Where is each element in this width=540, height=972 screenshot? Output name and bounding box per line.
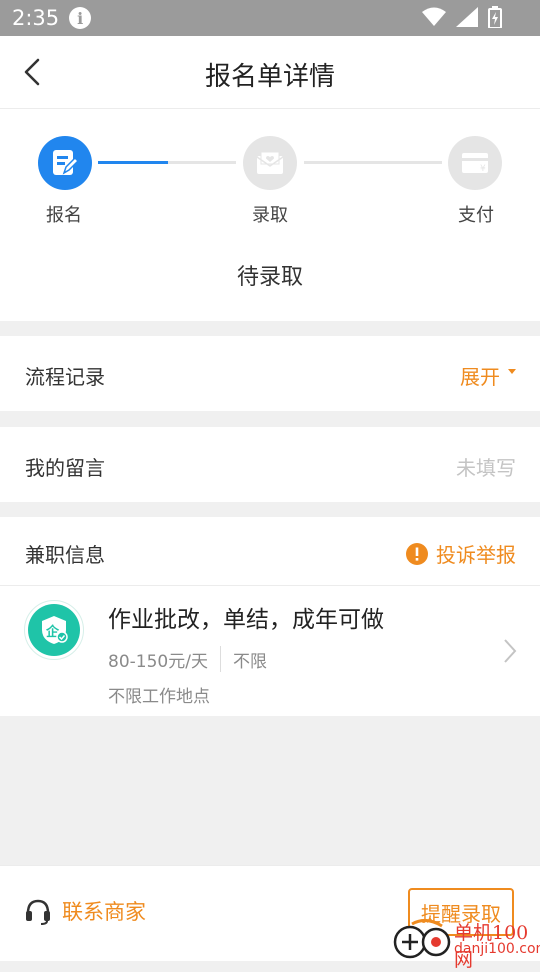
step-line-2 — [304, 161, 442, 164]
step-1-circle — [38, 136, 92, 190]
report-label: 投诉举报 — [436, 543, 516, 567]
step-3-label: 支付 — [458, 205, 494, 226]
envelope-heart-icon — [256, 151, 284, 174]
info-icon: i — [69, 7, 92, 29]
job-info-header: 兼职信息 投诉举报 — [0, 517, 540, 586]
progress-steps: ¥ 报名 录取 支付 待录取 — [0, 109, 540, 321]
job-meta: 80-150元/天 不限 — [108, 646, 267, 672]
caret-down-icon — [508, 368, 516, 374]
step-2-circle — [243, 136, 297, 190]
my-message-row[interactable]: 我的留言 未填写 — [0, 427, 540, 502]
company-shield-icon: 企 — [42, 616, 68, 644]
report-link[interactable]: 投诉举报 — [406, 539, 516, 568]
contact-merchant-button[interactable]: 联系商家 — [24, 896, 146, 926]
svg-text:¥: ¥ — [480, 164, 486, 174]
company-logo: 企 — [24, 600, 84, 660]
job-card[interactable]: 企 作业批改，单结，成年可做 80-150元/天 不限 不限工作地点 — [0, 586, 540, 716]
job-title: 作业批改，单结，成年可做 — [108, 607, 384, 633]
battery-icon — [488, 6, 502, 28]
step-3-circle: ¥ — [448, 136, 502, 190]
site-watermark: 单机100网 danji100.com — [392, 918, 540, 971]
step-2-label: 录取 — [252, 205, 288, 226]
page-title: 报名单详情 — [204, 62, 335, 92]
wifi-icon — [422, 7, 446, 26]
watermark-url: danji100.com — [454, 941, 540, 957]
payment-card-icon: ¥ — [462, 153, 488, 174]
expand-toggle[interactable]: 展开 — [460, 361, 516, 390]
job-info-label: 兼职信息 — [25, 543, 105, 567]
expand-label: 展开 — [460, 365, 500, 389]
alert-circle-icon — [406, 542, 428, 565]
signal-icon — [456, 7, 478, 27]
status-time: 2:35 — [12, 6, 60, 30]
application-status: 待录取 — [236, 265, 303, 290]
contact-merchant-label: 联系商家 — [62, 900, 146, 924]
app-header: 报名单详情 — [0, 36, 540, 109]
form-edit-icon — [53, 150, 78, 175]
status-bar: 2:35 i — [0, 0, 540, 36]
step-line-1-progress — [98, 161, 168, 164]
step-1-label: 报名 — [46, 205, 82, 226]
my-message-value: 未填写 — [456, 456, 516, 480]
headset-icon — [26, 899, 50, 925]
job-salary: 80-150元/天 — [108, 651, 208, 672]
meta-divider — [219, 646, 221, 672]
step-line-1 — [98, 161, 236, 164]
process-record-label: 流程记录 — [25, 365, 105, 389]
job-location: 不限工作地点 — [108, 687, 210, 707]
job-requirement: 不限 — [232, 651, 267, 672]
status-icons — [422, 6, 502, 28]
my-message-label: 我的留言 — [25, 456, 105, 480]
process-record-row[interactable]: 流程记录 展开 — [0, 336, 540, 411]
chevron-right-icon — [504, 639, 517, 663]
watermark-logo-icon — [393, 919, 451, 959]
